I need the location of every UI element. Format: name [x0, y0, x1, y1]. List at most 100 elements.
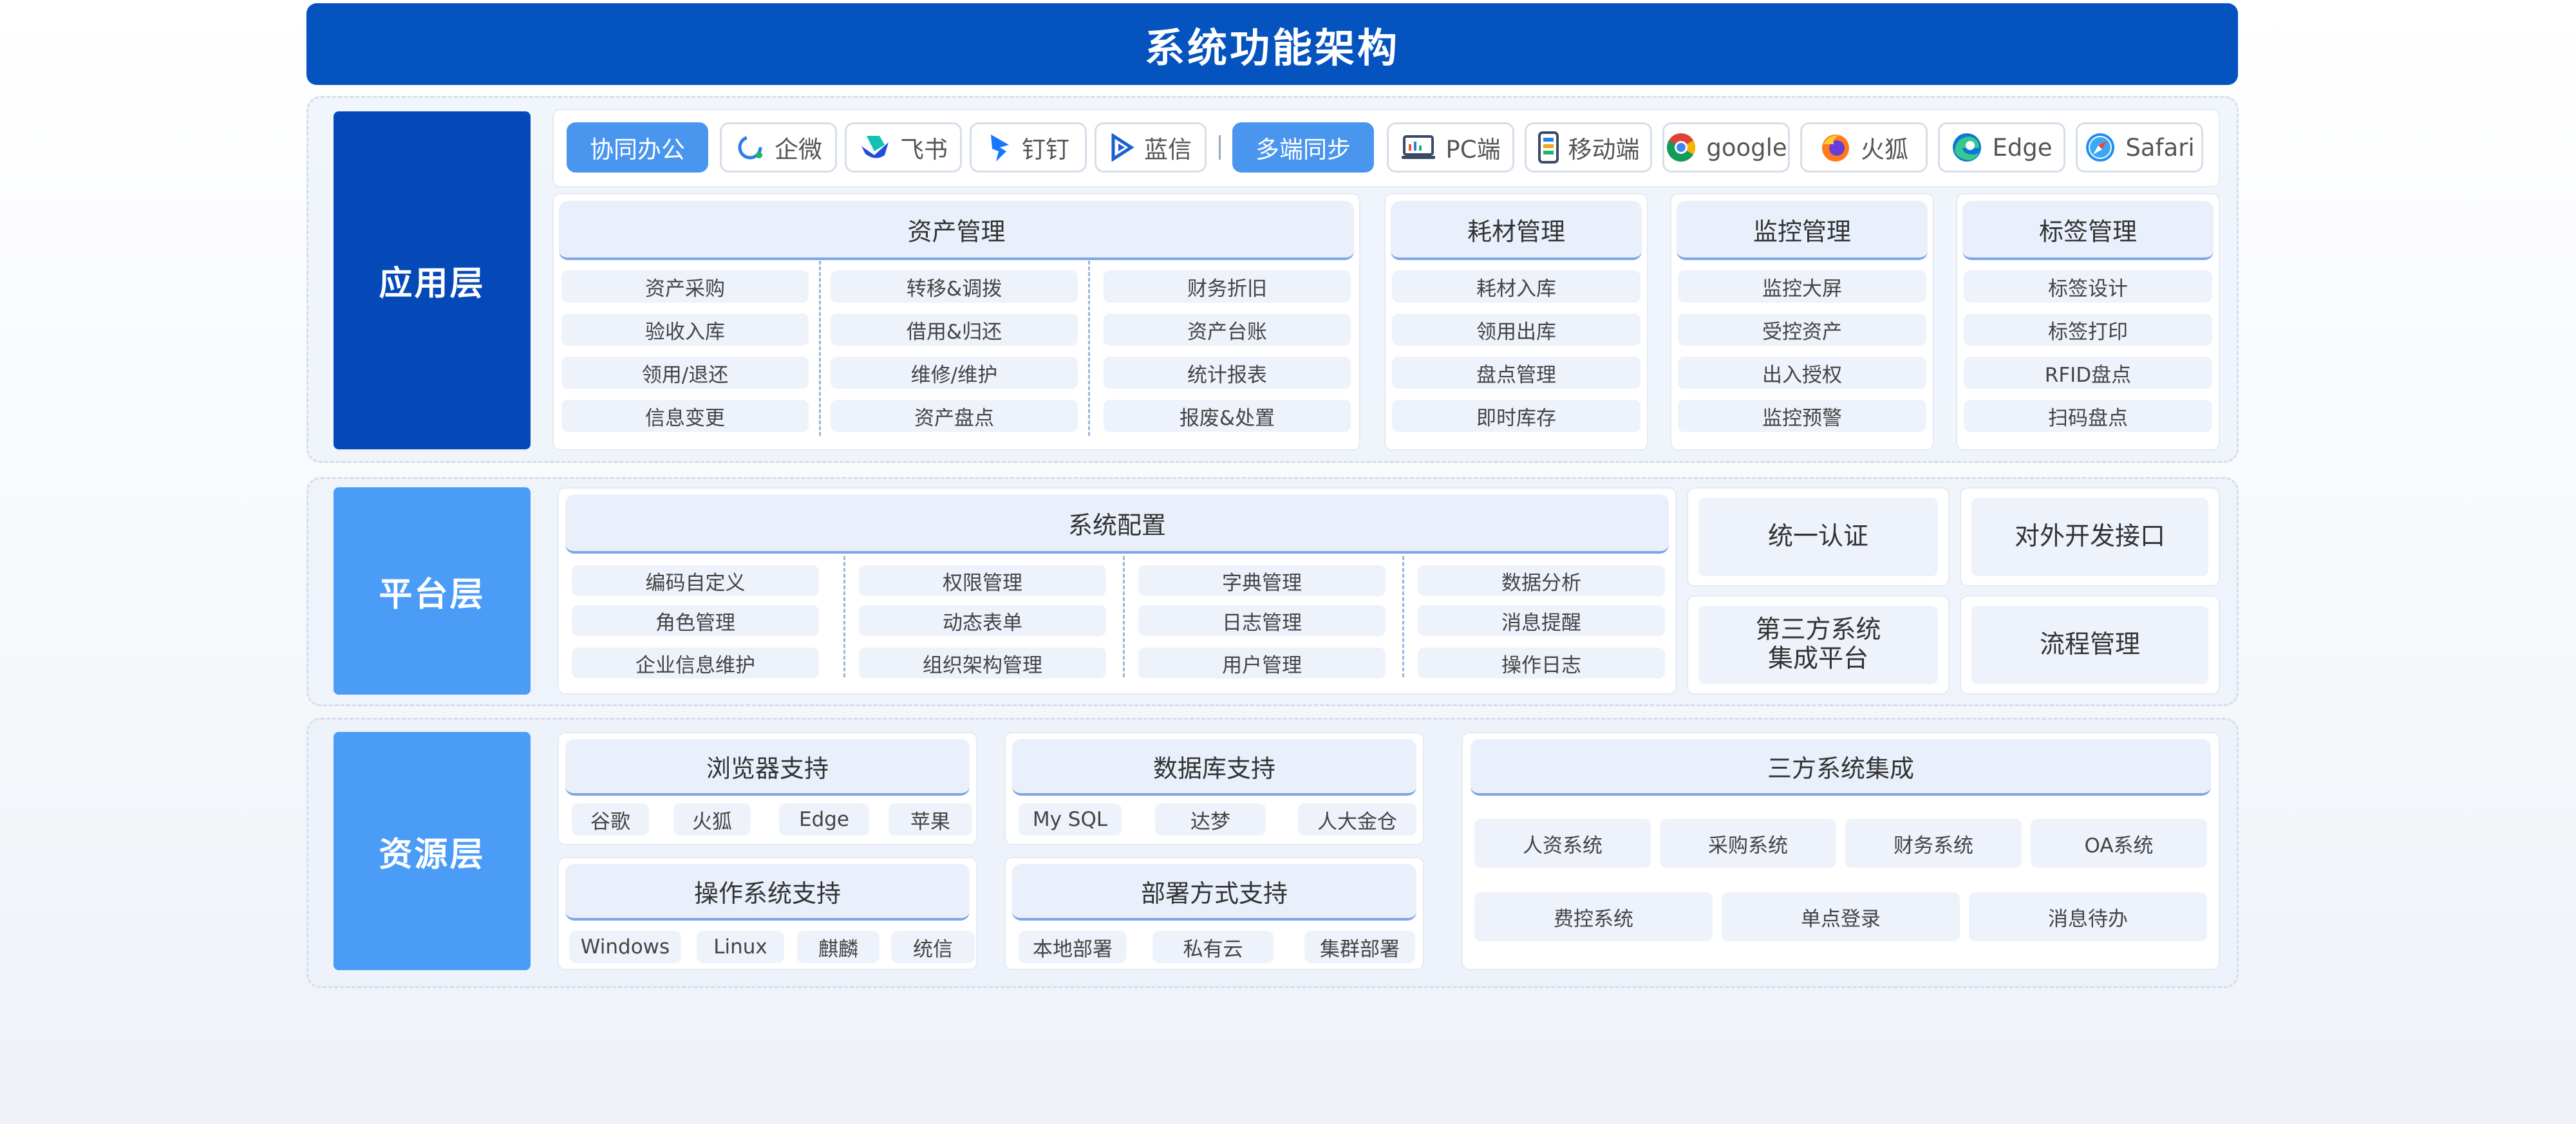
config-item: 消息提醒 — [1418, 605, 1665, 636]
client-chip-google[interactable]: google — [1662, 122, 1790, 173]
client-label: PC端 — [1445, 136, 1501, 164]
client-label: google — [1706, 133, 1787, 162]
consumable-item: 耗材入库 — [1392, 270, 1641, 303]
consumable-panel-title: 耗材管理 — [1391, 201, 1642, 260]
asset-item: 财务折旧 — [1104, 270, 1351, 303]
deploy-panel-title: 部署方式支持 — [1012, 864, 1416, 921]
tag-item: 标签打印 — [1964, 314, 2212, 346]
integration-item: 消息待办 — [1969, 892, 2207, 941]
client-chip-sync[interactable]: 多端同步 — [1232, 122, 1374, 173]
tag-item: 标签设计 — [1964, 270, 2212, 303]
browser-item: 火狐 — [673, 803, 751, 836]
open-api-cell: 对外开发接口 — [1971, 498, 2208, 576]
chrome-icon — [1665, 131, 1697, 164]
dingtalk-icon — [987, 132, 1013, 163]
browser-item: Edge — [779, 803, 869, 836]
safari-icon — [2084, 131, 2116, 164]
browser-item: 苹果 — [888, 803, 972, 836]
lanxin-icon — [1109, 133, 1135, 162]
edge-icon — [1951, 131, 1983, 164]
client-chip-wecom[interactable]: 企微 — [720, 122, 837, 173]
config-item: 数据分析 — [1418, 565, 1665, 596]
asset-item: 资产采购 — [561, 270, 809, 303]
asset-item: 资产盘点 — [831, 400, 1078, 432]
os-panel-title: 操作系统支持 — [565, 864, 970, 921]
consumable-item: 即时库存 — [1392, 400, 1641, 432]
config-item: 用户管理 — [1138, 648, 1386, 679]
database-item: 人大金仓 — [1298, 803, 1416, 836]
third-party-integration-cell: 第三方系统 集成平台 — [1698, 606, 1938, 684]
pc-icon — [1400, 134, 1436, 161]
monitor-item: 受控资产 — [1678, 314, 1926, 346]
wecom-icon — [735, 132, 766, 163]
platform-layer-label: 平台层 — [334, 487, 531, 695]
client-label: Edge — [1992, 133, 2053, 162]
consumable-item: 盘点管理 — [1392, 357, 1641, 389]
client-label: 钉钉 — [1022, 136, 1069, 164]
config-item: 字典管理 — [1138, 565, 1386, 596]
client-chip-dingtalk[interactable]: 钉钉 — [970, 122, 1087, 173]
client-label: 飞书 — [900, 136, 948, 164]
deploy-item: 本地部署 — [1019, 931, 1127, 963]
column-divider — [819, 261, 821, 436]
client-chip-edge[interactable]: Edge — [1938, 122, 2065, 173]
deploy-item: 集群部署 — [1304, 931, 1415, 963]
os-item: Linux — [697, 931, 784, 963]
config-item: 组织架构管理 — [859, 648, 1106, 679]
column-divider — [843, 556, 845, 677]
asset-item: 转移&调拨 — [831, 270, 1078, 303]
integration-item: 费控系统 — [1474, 892, 1713, 941]
asset-item: 统计报表 — [1104, 357, 1351, 389]
client-separator — [1219, 135, 1221, 160]
column-divider — [1123, 556, 1125, 677]
client-label: Safari — [2125, 133, 2195, 162]
client-chip-lanxin[interactable]: 蓝信 — [1095, 122, 1207, 173]
monitor-item: 监控预警 — [1678, 400, 1926, 432]
monitor-panel-title: 监控管理 — [1677, 201, 1928, 260]
asset-item: 资产台账 — [1104, 314, 1351, 346]
tag-panel-title: 标签管理 — [1962, 201, 2214, 260]
integration-item: 单点登录 — [1722, 892, 1960, 941]
monitor-item: 监控大屏 — [1678, 270, 1926, 303]
client-chip-mobile[interactable]: 移动端 — [1525, 122, 1652, 173]
deploy-item: 私有云 — [1152, 931, 1274, 963]
tag-item: 扫码盘点 — [1964, 400, 2212, 432]
client-chip-pc[interactable]: PC端 — [1387, 122, 1514, 173]
column-divider — [1088, 261, 1090, 436]
config-item: 角色管理 — [572, 605, 819, 636]
os-item: 麒麟 — [797, 931, 879, 963]
database-panel-title: 数据库支持 — [1012, 739, 1416, 796]
config-item: 操作日志 — [1418, 648, 1665, 679]
asset-item: 报废&处置 — [1104, 400, 1351, 432]
consumable-item: 领用出库 — [1392, 314, 1641, 346]
client-chip-collab[interactable]: 协同办公 — [567, 122, 708, 173]
client-chip-safari[interactable]: Safari — [2076, 122, 2203, 173]
asset-panel-title: 资产管理 — [559, 201, 1354, 260]
browser-panel-title: 浏览器支持 — [565, 739, 970, 796]
os-item: Windows — [569, 931, 681, 963]
client-chip-feishu[interactable]: 飞书 — [845, 122, 962, 173]
client-label: 蓝信 — [1144, 136, 1192, 164]
config-item: 权限管理 — [859, 565, 1106, 596]
tag-item: RFID盘点 — [1964, 357, 2212, 389]
integration-item: 采购系统 — [1660, 819, 1836, 868]
firefox-icon — [1819, 131, 1852, 164]
monitor-item: 出入授权 — [1678, 357, 1926, 389]
os-item: 统信 — [891, 931, 975, 963]
config-item: 企业信息维护 — [572, 648, 819, 679]
integration-item: OA系统 — [2031, 819, 2207, 868]
integration-item: 财务系统 — [1845, 819, 2022, 868]
integration-panel-title: 三方系统集成 — [1471, 739, 2211, 796]
app-layer-label: 应用层 — [334, 111, 531, 449]
client-chip-firefox[interactable]: 火狐 — [1800, 122, 1928, 173]
config-item: 日志管理 — [1138, 605, 1386, 636]
page-title: 系统功能架构 — [306, 3, 2238, 85]
system-config-title: 系统配置 — [565, 494, 1669, 554]
browser-item: 谷歌 — [572, 803, 649, 836]
column-divider — [1402, 556, 1404, 677]
resource-layer-label: 资源层 — [334, 732, 531, 970]
asset-item: 领用/退还 — [561, 357, 809, 389]
database-item: 达梦 — [1155, 803, 1266, 836]
client-label: 移动端 — [1568, 136, 1640, 164]
asset-item: 验收入库 — [561, 314, 809, 346]
